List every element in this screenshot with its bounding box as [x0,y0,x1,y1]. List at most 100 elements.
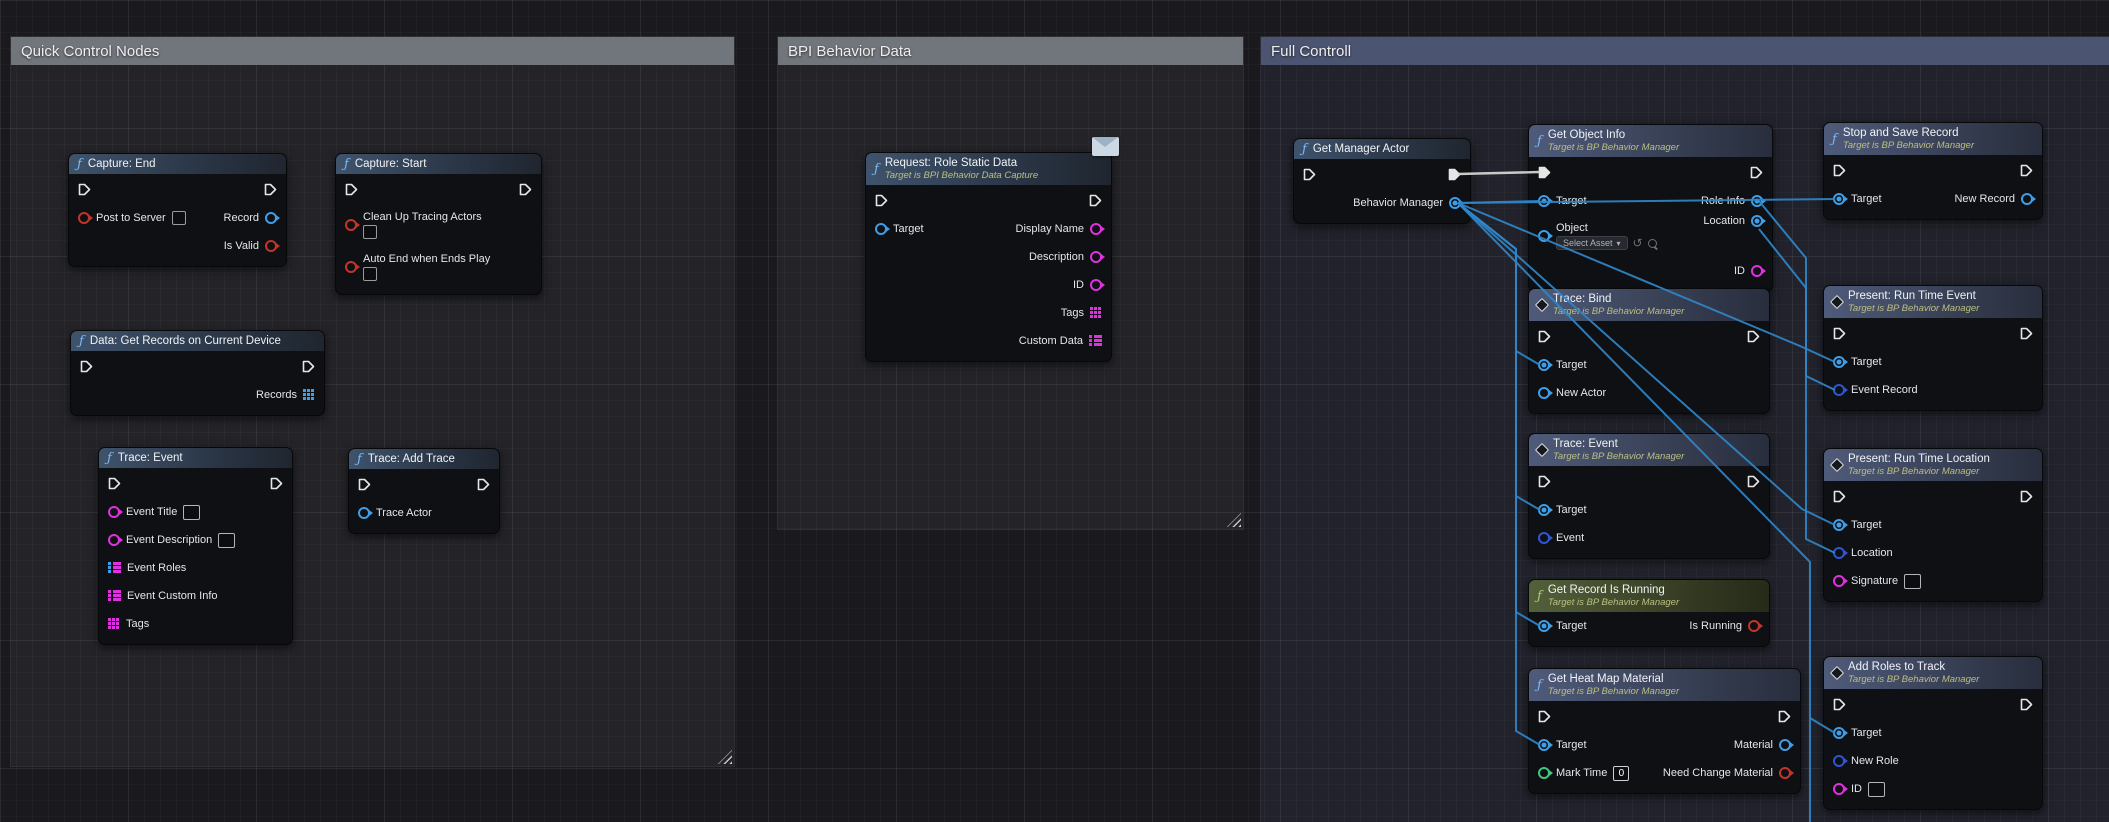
exec-out-pin[interactable] [270,477,283,490]
exec-in-pin[interactable] [1833,327,1846,340]
exec-out-pin[interactable] [2020,327,2033,340]
is-running-pin[interactable] [1748,620,1760,632]
material-pin[interactable] [1779,739,1791,751]
event-title-pin[interactable] [108,506,120,518]
mark-time-value[interactable]: 0 [1613,766,1629,781]
tags-pin[interactable] [1090,307,1102,319]
trace-actor-pin[interactable] [358,507,370,519]
record-pin[interactable] [265,212,277,224]
tags-pin[interactable] [108,618,120,630]
exec-out-pin[interactable] [2020,164,2033,177]
location-pin[interactable] [1751,215,1763,227]
signature-pin[interactable] [1833,575,1845,587]
exec-in-pin[interactable] [1833,164,1846,177]
target-pin[interactable] [1538,504,1550,516]
id-pin[interactable] [1833,783,1845,795]
target-pin[interactable] [1538,195,1550,207]
data-get-records-node[interactable]: ƒData: Get Records on Current DeviceReco… [70,330,325,416]
exec-out-pin[interactable] [1747,475,1760,488]
exec-out-pin[interactable] [2020,490,2033,503]
target-pin[interactable] [1833,519,1845,531]
capture-end-node[interactable]: ƒCapture: EndPost to ServerRecordIs Vali… [68,153,287,267]
get-object-info-node[interactable]: ƒGet Object InfoTarget is BP Behavior Ma… [1528,124,1773,292]
custom-data-pin[interactable] [1089,335,1102,347]
add-roles-to-track-node[interactable]: Add Roles to TrackTarget is BP Behavior … [1823,656,2043,810]
exec-out-pin[interactable] [519,183,532,196]
id-pin[interactable] [1090,279,1102,291]
exec-in-pin[interactable] [78,183,91,196]
need-change-material-pin[interactable] [1779,767,1791,779]
display-name-pin[interactable] [1090,223,1102,235]
id-textbox[interactable] [1868,782,1885,797]
post-to-server-pin[interactable] [78,212,90,224]
auto-end-when-ends-play-pin[interactable] [345,261,357,273]
exec-out-pin[interactable] [1448,168,1461,181]
exec-out-pin[interactable] [477,478,490,491]
target-pin[interactable] [1538,359,1550,371]
quick-control-nodes-comment-header[interactable]: Quick Control Nodes [11,37,734,65]
trace-event-right-node[interactable]: Trace: EventTarget is BP Behavior Manage… [1528,433,1770,559]
description-pin[interactable] [1090,251,1102,263]
exec-out-pin[interactable] [1089,194,1102,207]
post-to-server-checkbox[interactable] [172,211,186,225]
get-record-is-running-node[interactable]: ƒGet Record Is RunningTarget is BP Behav… [1528,579,1770,647]
reset-icon[interactable]: ↺ [1633,237,1643,249]
new-role-pin[interactable] [1833,755,1845,767]
id-pin[interactable] [1751,265,1763,277]
target-pin[interactable] [1833,727,1845,739]
exec-out-pin[interactable] [1778,710,1791,723]
auto-end-when-ends-play-checkbox[interactable] [363,267,377,281]
event-description-pin[interactable] [108,534,120,546]
exec-in-pin[interactable] [80,360,93,373]
exec-out-pin[interactable] [1750,166,1763,179]
trace-bind-node[interactable]: Trace: BindTarget is BP Behavior Manager… [1528,288,1770,414]
bpi-behavior-data-comment-header[interactable]: BPI Behavior Data [778,37,1243,65]
event-pin[interactable] [1538,532,1550,544]
exec-in-pin[interactable] [1303,168,1316,181]
exec-in-pin[interactable] [345,183,358,196]
asset-picker-dropdown[interactable]: Select Asset▾ [1556,236,1628,250]
trace-add-trace-node[interactable]: ƒTrace: Add TraceTrace Actor [348,448,500,534]
clean-up-tracing-actors-checkbox[interactable] [363,225,377,239]
full-controll-comment-header[interactable]: Full Controll [1261,37,2109,65]
trace-event-left-node[interactable]: ƒTrace: EventEvent TitleEvent Descriptio… [98,447,293,645]
blueprint-canvas[interactable]: Quick Control Nodes BPI Behavior Data Full… [0,0,2109,822]
exec-in-pin[interactable] [875,194,888,207]
comment-resize-handle[interactable] [718,750,732,764]
target-pin[interactable] [1538,739,1550,751]
exec-in-pin[interactable] [1538,166,1551,179]
target-pin[interactable] [1833,356,1845,368]
exec-in-pin[interactable] [1538,710,1551,723]
present-run-time-event-node[interactable]: Present: Run Time EventTarget is BP Beha… [1823,285,2043,411]
target-pin[interactable] [1833,193,1845,205]
stop-and-save-record-node[interactable]: ƒStop and Save RecordTarget is BP Behavi… [1823,122,2043,220]
is-valid-pin[interactable] [265,240,277,252]
present-run-time-location-node[interactable]: Present: Run Time LocationTarget is BP B… [1823,448,2043,602]
comment-resize-handle[interactable] [1227,513,1241,527]
new-record-pin[interactable] [2021,193,2033,205]
target-pin[interactable] [1538,620,1550,632]
behavior-manager-pin[interactable] [1449,197,1461,209]
exec-in-pin[interactable] [1833,490,1846,503]
event-record-pin[interactable] [1833,384,1845,396]
event-custom-info-pin[interactable] [108,590,121,602]
exec-out-pin[interactable] [1747,330,1760,343]
event-description-textbox[interactable] [218,533,235,548]
exec-in-pin[interactable] [1538,330,1551,343]
get-heat-map-material-node[interactable]: ƒGet Heat Map MaterialTarget is BP Behav… [1528,668,1801,794]
exec-in-pin[interactable] [1833,698,1846,711]
exec-in-pin[interactable] [108,477,121,490]
records-pin[interactable] [303,389,315,401]
exec-out-pin[interactable] [2020,698,2033,711]
capture-start-node[interactable]: ƒCapture: StartClean Up Tracing ActorsAu… [335,153,542,295]
role-info-pin[interactable] [1751,195,1763,207]
target-pin[interactable] [875,223,887,235]
exec-out-pin[interactable] [264,183,277,196]
request-role-static-data-node[interactable]: ƒRequest: Role Static DataTarget is BPI … [865,152,1112,362]
signature-textbox[interactable] [1904,574,1921,589]
mark-time-pin[interactable] [1538,767,1550,779]
event-title-textbox[interactable] [183,505,200,520]
new-actor-pin[interactable] [1538,387,1550,399]
exec-in-pin[interactable] [358,478,371,491]
location-pin[interactable] [1833,547,1845,559]
